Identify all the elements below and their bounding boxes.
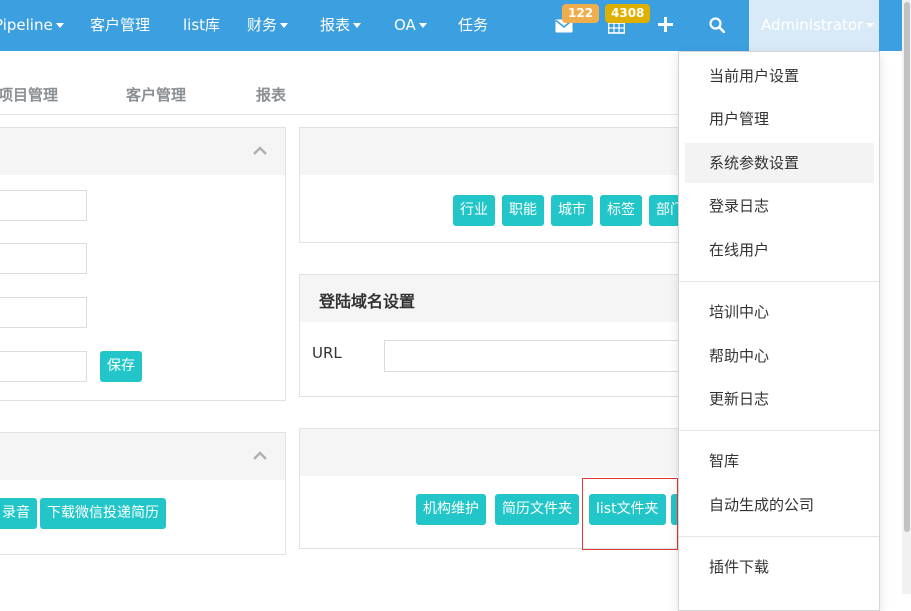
panel-header xyxy=(0,128,285,175)
setting-input-4[interactable] xyxy=(0,351,87,382)
panel-header xyxy=(0,433,285,480)
menu-item-login-log[interactable]: 登录日志 xyxy=(679,186,879,226)
download-wechat-resume-button[interactable]: 下载微信投递简历 xyxy=(40,498,166,529)
chevron-up-icon[interactable] xyxy=(253,449,267,463)
nav-oa[interactable]: OA xyxy=(394,0,427,51)
panel-header xyxy=(300,429,688,476)
subnav-reports[interactable]: 报表 xyxy=(256,84,286,105)
caret-down-icon xyxy=(418,23,427,28)
industry-button[interactable]: 行业 xyxy=(453,195,495,226)
category-settings-panel: 行业 职能 城市 标签 部门 xyxy=(299,127,691,243)
subnav-project-management[interactable]: 项目管理 xyxy=(0,84,58,105)
menu-item-help-center[interactable]: 帮助中心 xyxy=(679,336,879,376)
left-settings-panel: 保存 xyxy=(0,127,286,401)
left-tools-panel: 录音 下载微信投递简历 xyxy=(0,432,286,555)
panel-header: 登陆域名设置 xyxy=(300,275,688,322)
scrollbar-thumb[interactable] xyxy=(904,2,910,532)
tag-button[interactable]: 标签 xyxy=(600,195,642,226)
caret-down-icon xyxy=(280,23,289,28)
menu-item-auto-generated-companies[interactable]: 自动生成的公司 xyxy=(679,485,879,525)
recording-button[interactable]: 录音 xyxy=(0,498,37,529)
caret-down-icon xyxy=(55,23,64,28)
function-button[interactable]: 职能 xyxy=(502,195,544,226)
city-button[interactable]: 城市 xyxy=(551,195,593,226)
search-icon[interactable] xyxy=(709,17,726,37)
menu-item-changelog[interactable]: 更新日志 xyxy=(679,379,879,419)
menu-item-think-tank[interactable]: 智库 xyxy=(679,441,879,481)
top-navbar: Pipeline 客户管理 list库 财务 报表 OA 任务 122 4308 xyxy=(0,0,911,51)
menu-item-training-center[interactable]: 培训中心 xyxy=(679,292,879,332)
nav-reports[interactable]: 报表 xyxy=(320,0,362,51)
url-label: URL xyxy=(312,344,342,362)
subnav-divider xyxy=(0,114,680,115)
subnav-customer-management[interactable]: 客户管理 xyxy=(126,84,186,105)
plus-icon[interactable] xyxy=(658,17,673,36)
menu-item-current-user-settings[interactable]: 当前用户设置 xyxy=(679,56,879,96)
user-menu-toggle[interactable]: Administrator xyxy=(749,0,879,51)
menu-item-user-management[interactable]: 用户管理 xyxy=(679,99,879,139)
nav-tasks[interactable]: 任务 xyxy=(458,0,488,51)
setting-input-3[interactable] xyxy=(0,297,87,328)
menu-item-online-users[interactable]: 在线用户 xyxy=(679,230,879,270)
caret-down-icon xyxy=(353,23,362,28)
menu-item-plugin-download[interactable]: 插件下载 xyxy=(679,547,879,587)
menu-item-system-parameters[interactable]: 系统参数设置 xyxy=(685,143,874,183)
nav-finance[interactable]: 财务 xyxy=(247,0,289,51)
url-input[interactable] xyxy=(384,340,690,372)
panel-header xyxy=(300,128,688,175)
menu-divider xyxy=(679,536,879,537)
caret-down-icon xyxy=(866,23,875,28)
menu-divider xyxy=(679,430,879,431)
calendar-badge: 4308 xyxy=(605,4,651,23)
org-maintenance-button[interactable]: 机构维护 xyxy=(416,494,486,525)
panel-title: 登陆域名设置 xyxy=(319,292,416,311)
save-button[interactable]: 保存 xyxy=(100,351,142,382)
chevron-up-icon[interactable] xyxy=(253,144,267,158)
highlight-box xyxy=(582,478,678,550)
resume-folder-button[interactable]: 简历文件夹 xyxy=(495,494,579,525)
login-domain-panel: 登陆域名设置 URL xyxy=(299,274,690,397)
user-dropdown-menu: 当前用户设置 用户管理 系统参数设置 登录日志 在线用户 培训中心 帮助中心 更… xyxy=(678,51,880,611)
setting-input-1[interactable] xyxy=(0,190,87,221)
menu-divider xyxy=(679,281,879,282)
nav-list-library[interactable]: list库 xyxy=(183,0,220,51)
nav-customer-management[interactable]: 客户管理 xyxy=(90,0,150,51)
mail-badge: 122 xyxy=(562,4,600,23)
setting-input-2[interactable] xyxy=(0,243,87,274)
nav-pipeline[interactable]: Pipeline xyxy=(0,0,64,51)
